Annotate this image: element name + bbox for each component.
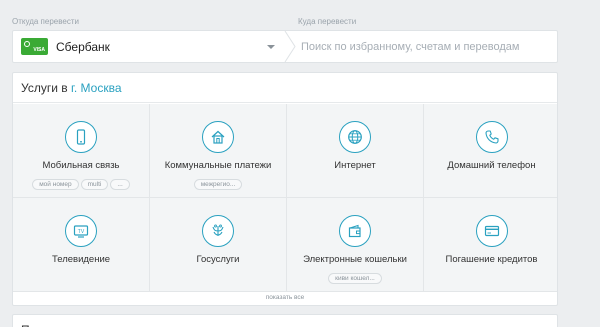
service-tile-e-wallets[interactable]: Электронные кошельки киви кошел... xyxy=(287,198,424,292)
service-tile-utilities[interactable]: Коммунальные платежи межрегио... xyxy=(150,104,287,198)
globe-icon xyxy=(339,121,371,153)
destination-search-input[interactable]: Поиск по избранному, счетам и переводам xyxy=(301,41,519,53)
credit-card-icon xyxy=(475,215,508,247)
section-title: П xyxy=(21,323,30,327)
coat-of-arms-icon xyxy=(202,215,234,247)
wallet-icon xyxy=(339,215,371,247)
service-tile-gosuslugi[interactable]: Госуслуги xyxy=(150,198,287,292)
service-label: Электронные кошельки xyxy=(303,254,407,265)
service-label: Мобильная связь xyxy=(42,160,120,171)
service-label: Госуслуги xyxy=(196,254,240,265)
next-section-card: П xyxy=(12,314,558,327)
service-tile-mobile[interactable]: Мобильная связь мой номер multi ... xyxy=(13,104,150,198)
bank-name: Сбербанк xyxy=(56,40,110,54)
tag-more[interactable]: ... xyxy=(110,179,130,190)
show-all-link[interactable]: показать все xyxy=(13,294,557,301)
tag-my-number[interactable]: мой номер xyxy=(32,179,79,190)
chevron-down-icon xyxy=(267,45,275,49)
services-header: Услуги в г. Москва xyxy=(13,73,557,103)
city-link[interactable]: г. Москва xyxy=(71,81,122,95)
svg-text:TV: TV xyxy=(78,229,85,235)
tag-interregional[interactable]: межрегио... xyxy=(193,179,243,190)
services-card: Услуги в г. Москва Мобильная связь мой н… xyxy=(12,72,558,306)
service-label: Погашение кредитов xyxy=(445,254,538,265)
transfer-bar: VISA Сбербанк Поиск по избранному, счета… xyxy=(12,30,558,63)
service-label: Интернет xyxy=(334,160,376,171)
from-account-select[interactable]: VISA Сбербанк xyxy=(13,31,283,62)
tv-icon: TV xyxy=(65,215,97,247)
service-label: Телевидение xyxy=(51,254,111,265)
service-tile-tv[interactable]: TV Телевидение xyxy=(13,198,150,292)
house-icon xyxy=(202,121,234,153)
smartphone-icon xyxy=(65,121,97,153)
tag-multi[interactable]: multi xyxy=(80,179,109,190)
tag-qiwi-wallet[interactable]: киви кошел... xyxy=(328,273,382,284)
service-tile-loan-repayment[interactable]: Погашение кредитов xyxy=(424,198,557,292)
service-tile-home-phone[interactable]: Домашний телефон xyxy=(424,104,557,198)
service-tile-internet[interactable]: Интернет xyxy=(287,104,424,198)
services-title: Услуги в г. Москва xyxy=(21,81,122,95)
service-label: Коммунальные платежи xyxy=(164,160,272,171)
from-label: Откуда перевести xyxy=(12,17,79,26)
chevron-right-icon xyxy=(284,31,296,62)
to-label: Куда перевести xyxy=(298,17,357,26)
card-icon: VISA xyxy=(21,38,48,55)
phone-handset-icon xyxy=(475,121,508,153)
service-label: Домашний телефон xyxy=(447,160,536,171)
services-grid: Мобильная связь мой номер multi ... Комм… xyxy=(13,104,557,292)
